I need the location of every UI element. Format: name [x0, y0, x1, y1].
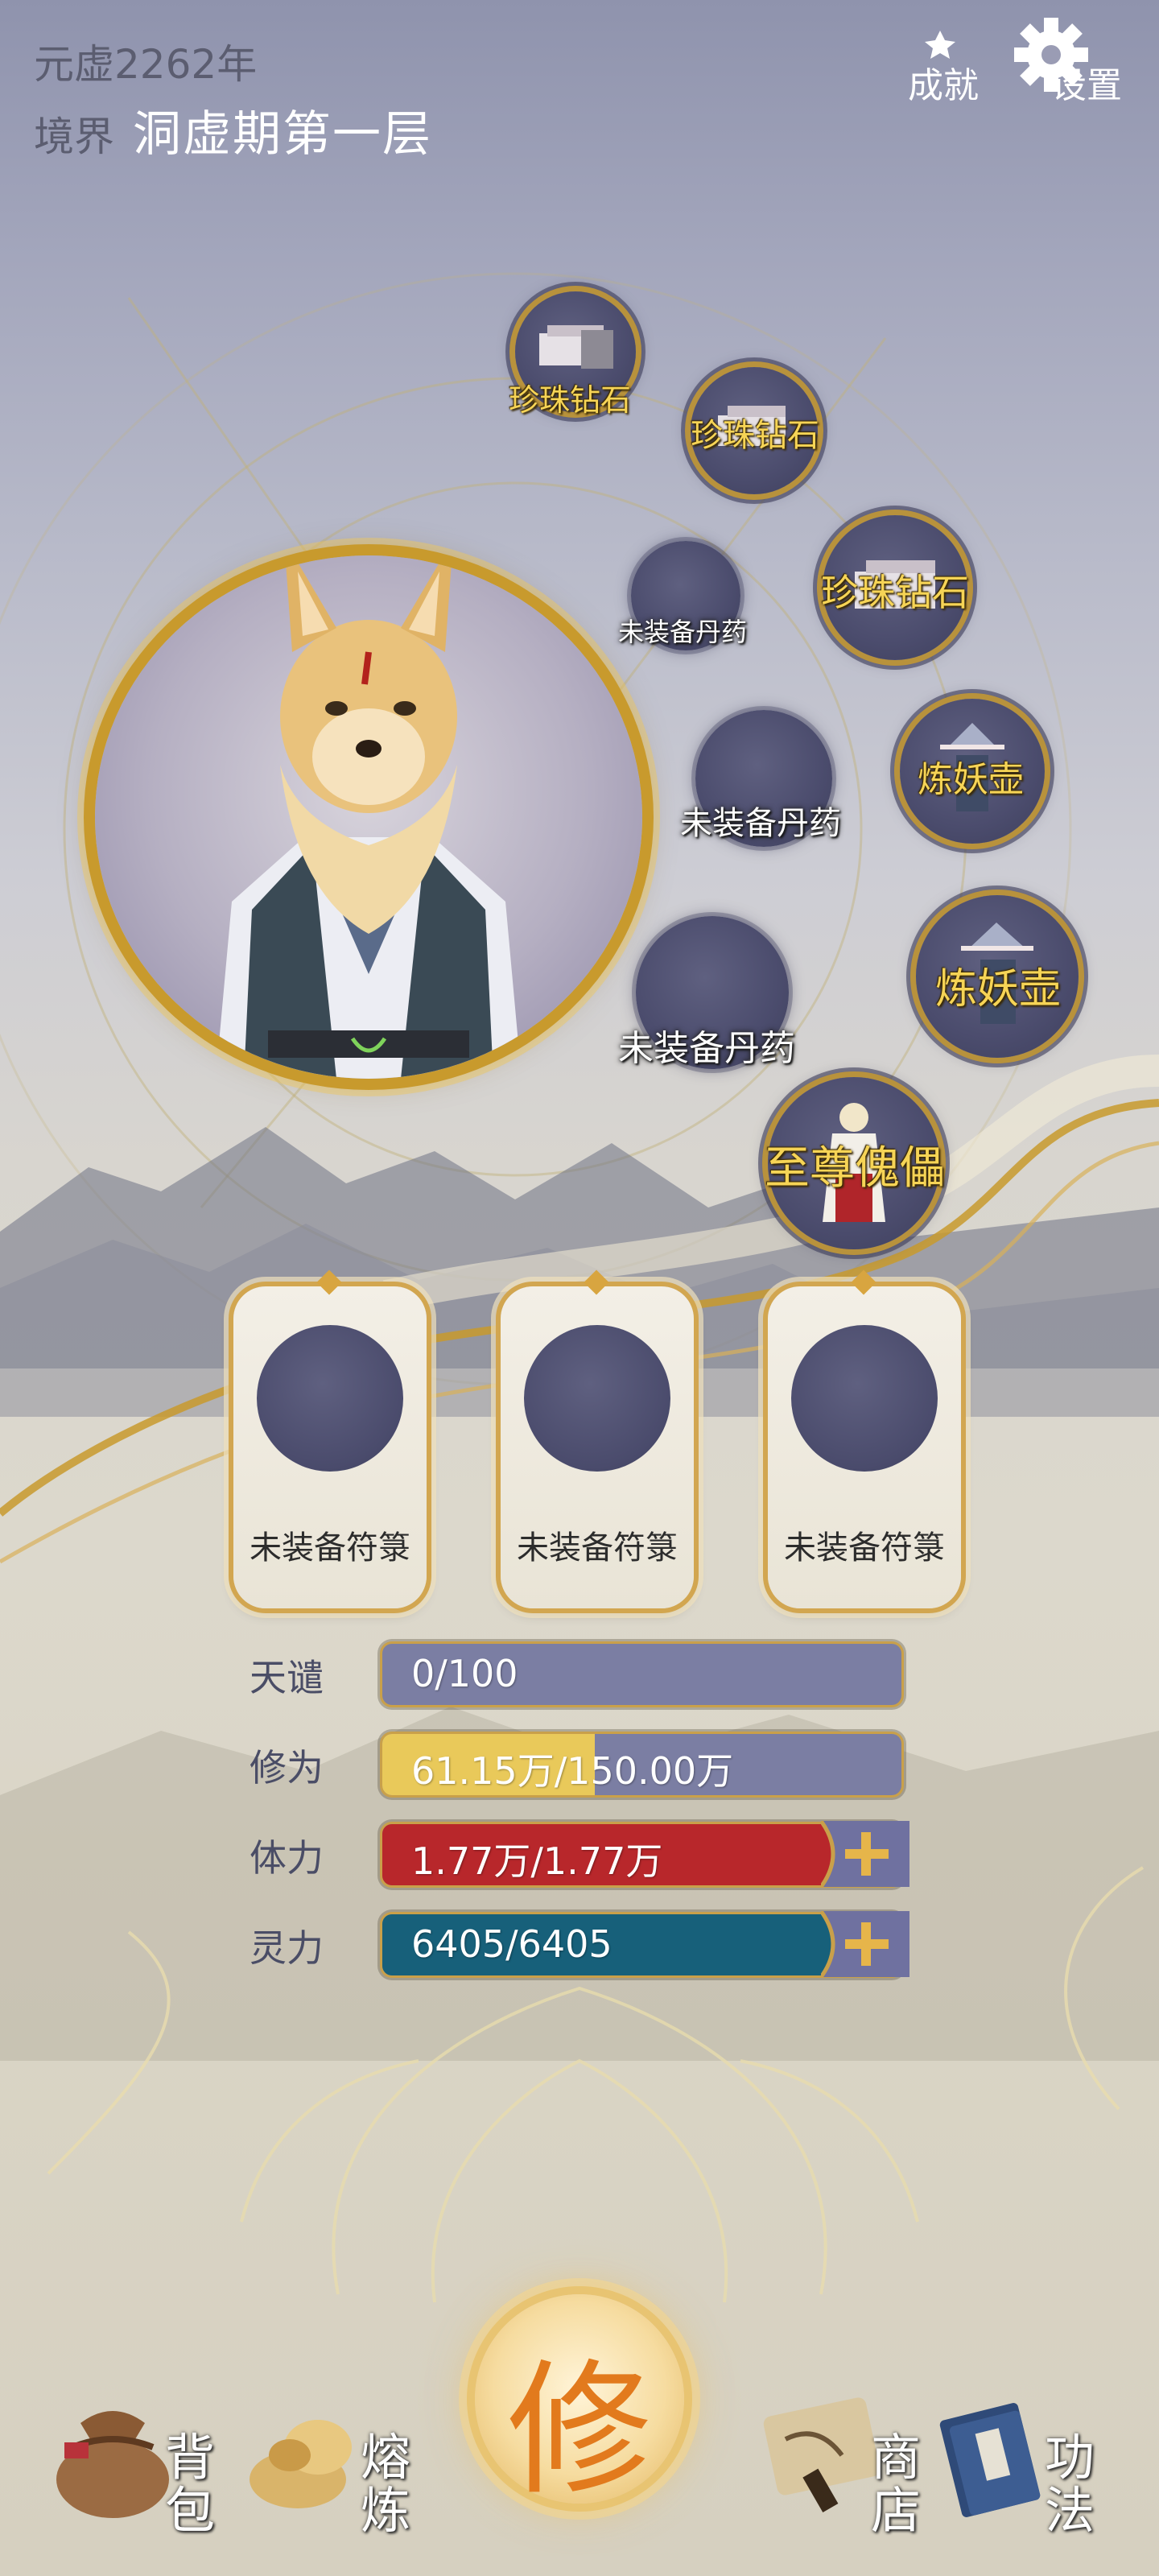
settings-label: 设置	[1051, 65, 1122, 106]
equip-slot-6-label: 炼妖壶	[918, 759, 1024, 800]
realm-label: 境界	[34, 114, 114, 160]
year-display: 元虚2262年	[34, 41, 258, 88]
stat-label-spirit: 灵力	[250, 1926, 324, 1970]
equip-slot-4-label: 珍珠钻石	[821, 571, 969, 614]
talisman-slot-2[interactable]: 未装备符箓	[501, 1269, 694, 1608]
equip-slot-1-label: 珍珠钻石	[509, 382, 632, 418]
realm-value: 洞虚期第一层	[133, 106, 432, 163]
smelt-icon[interactable]	[241, 2391, 370, 2520]
achievements-button[interactable]: 成就	[869, 13, 998, 106]
spirit-plus-button[interactable]	[821, 1911, 909, 1977]
talisman-slot-1-empty	[257, 1325, 403, 1472]
achievements-label: 成就	[908, 65, 979, 106]
talisman-slot-1-label: 未装备符箓	[250, 1530, 410, 1567]
equip-slot-8-label: 炼妖壶	[935, 965, 1062, 1013]
equip-slot-5-label: 未装备丹药	[680, 805, 841, 842]
talisman-slot-3-label: 未装备符箓	[784, 1530, 945, 1567]
punishment-value: 0/100	[411, 1652, 518, 1695]
character-portrait[interactable]	[95, 555, 642, 1079]
stamina-value: 1.77万/1.77万	[411, 1839, 663, 1883]
stat-label-cultivation: 修为	[250, 1746, 324, 1790]
cultivate-button[interactable]: 修	[475, 2294, 684, 2515]
bag-icon[interactable]	[48, 2391, 177, 2520]
cultivate-glyph: 修	[506, 2347, 652, 2515]
talisman-slot-1[interactable]: 未装备符箓	[233, 1269, 427, 1608]
stat-label-punishment: 天谴	[250, 1656, 324, 1699]
shop-label[interactable]: 商店	[871, 2431, 924, 2537]
equip-slot-3-label: 未装备丹药	[618, 617, 748, 647]
equip-slot-7-label: 未装备丹药	[618, 1028, 795, 1069]
cultivation-bar: 61.15万/150.00万	[382, 1734, 901, 1795]
wolf-character-image	[216, 555, 522, 1079]
spirit-value: 6405/6405	[411, 1922, 612, 1966]
talisman-slot-2-empty	[524, 1325, 670, 1472]
settings-button[interactable]: 设置	[1013, 13, 1141, 106]
smelt-label[interactable]: 熔炼	[361, 2431, 414, 2537]
punishment-bar: 0/100	[382, 1644, 901, 1705]
talisman-slot-2-label: 未装备符箓	[517, 1530, 678, 1567]
talisman-slot-3[interactable]: 未装备符箓	[768, 1269, 961, 1608]
equip-slot-2-label: 珍珠钻石	[691, 417, 819, 454]
talisman-slot-3-empty	[791, 1325, 938, 1472]
stamina-plus-button[interactable]	[821, 1821, 909, 1887]
shop-icon[interactable]	[753, 2391, 882, 2520]
skills-label[interactable]: 功法	[1045, 2431, 1098, 2537]
bag-label[interactable]: 背包	[165, 2431, 218, 2537]
cultivation-value: 61.15万/150.00万	[411, 1749, 734, 1793]
stat-label-stamina: 体力	[250, 1836, 324, 1880]
skills-book-icon[interactable]	[926, 2391, 1054, 2520]
equip-slot-9-label: 至尊傀儡	[765, 1142, 945, 1195]
